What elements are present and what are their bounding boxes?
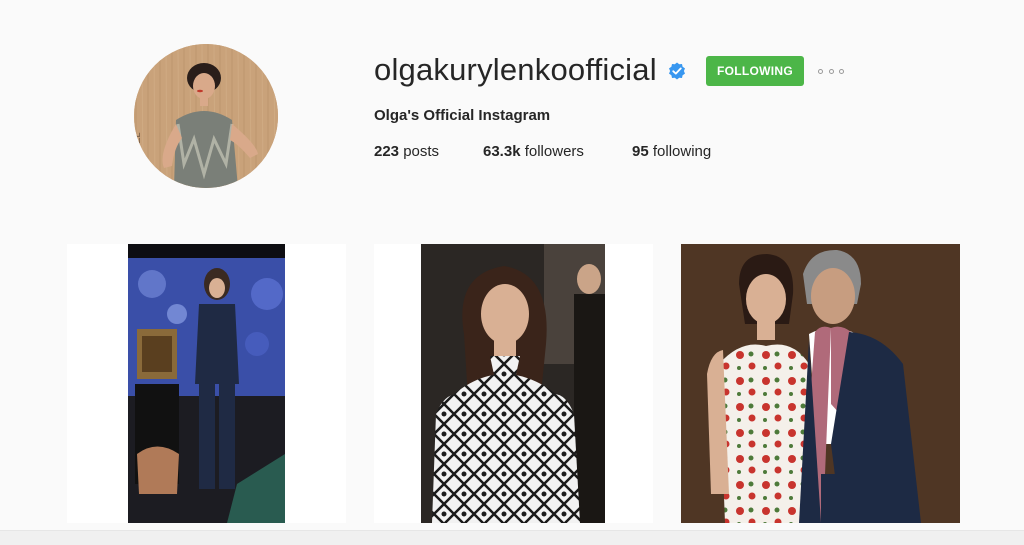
post-tile-3[interactable] bbox=[681, 244, 960, 523]
followers-stat[interactable]: 63.3k followers bbox=[483, 143, 584, 160]
more-dot bbox=[839, 68, 844, 74]
posts-count: 223 bbox=[374, 143, 400, 160]
following-label: following bbox=[652, 143, 712, 160]
posts-label: posts bbox=[403, 143, 440, 160]
following-stat[interactable]: 95 following bbox=[632, 143, 711, 160]
svg-text:ISABEL: ISABEL bbox=[134, 132, 142, 164]
followers-count: 63.3k bbox=[483, 143, 521, 160]
post-tile-1[interactable] bbox=[67, 244, 346, 523]
following-button[interactable]: FOLLOWING bbox=[706, 56, 804, 86]
more-dot bbox=[828, 68, 834, 74]
profile-avatar[interactable]: ISABEL bbox=[134, 44, 278, 188]
profile-username: olgakurylenkoofficial bbox=[374, 52, 657, 87]
profile-header: ISABEL olgakurylenkoofficial FOLLOWING O… bbox=[0, 0, 1024, 220]
page-bottom-edge bbox=[0, 530, 1024, 545]
following-count: 95 bbox=[632, 143, 649, 160]
posts-stat[interactable]: 223 posts bbox=[374, 143, 439, 160]
followers-label: followers bbox=[524, 143, 584, 160]
more-dot bbox=[818, 68, 823, 74]
post-tile-2[interactable] bbox=[374, 244, 653, 523]
verified-badge-icon bbox=[669, 62, 685, 80]
more-options-icon[interactable] bbox=[818, 62, 844, 80]
posts-grid bbox=[0, 244, 1024, 524]
profile-full-name: Olga's Official Instagram bbox=[374, 107, 551, 124]
